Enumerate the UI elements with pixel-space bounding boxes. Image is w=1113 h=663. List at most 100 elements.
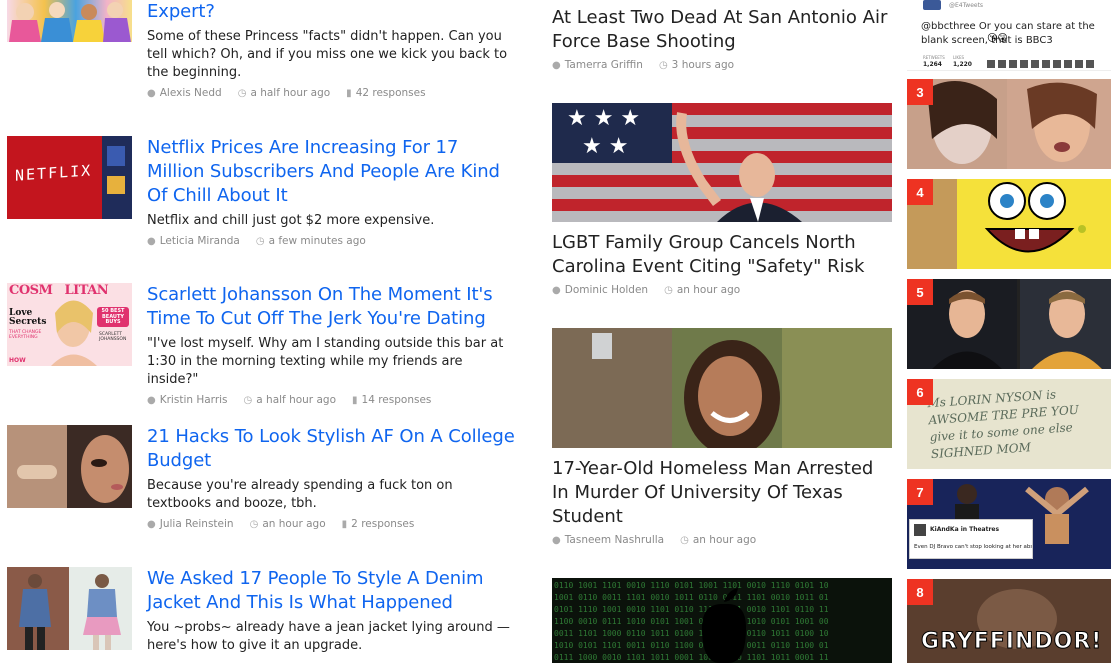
- cosmo-masthead: COSM LITAN: [9, 283, 109, 298]
- user-icon: ●: [147, 394, 156, 406]
- trending-item-5[interactable]: 5: [907, 279, 1111, 369]
- cosmopolitan-cover-thumbnail[interactable]: COSM LITAN Love Secrets THAT CHANGE EVER…: [7, 283, 132, 366]
- svg-text:0110 1001 1101 0010 1110 0101: 0110 1001 1101 0010 1110 0101 1001 1101 …: [554, 581, 829, 590]
- author-name[interactable]: Leticia Miranda: [160, 235, 240, 247]
- apple-code-photo[interactable]: 0110 1001 1101 0010 1110 0101 1001 1101 …: [552, 578, 892, 663]
- feed-item-college-budget[interactable]: 21 Hacks To Look Stylish AF On A College…: [7, 425, 522, 545]
- author-name[interactable]: Dominic Holden: [565, 284, 648, 296]
- article-headline-link[interactable]: At Least Two Dead At San Antonio Air For…: [552, 6, 892, 54]
- response-count[interactable]: 42 responses: [356, 87, 426, 99]
- middle-story-air-force[interactable]: At Least Two Dead At San Antonio Air For…: [552, 6, 892, 71]
- article-headline-link[interactable]: Expert?: [147, 0, 517, 24]
- article-dek: Because you're already spending a fuck t…: [147, 478, 453, 511]
- feed-item-denim-jacket[interactable]: We Asked 17 People To Style A Denim Jack…: [7, 567, 522, 663]
- article-meta: ● Tamerra Griffin ◷ 3 hours ago: [552, 59, 892, 71]
- trending-item-7[interactable]: 7 KiAndKa in Theatres Even DJ Bravo can'…: [907, 479, 1111, 569]
- timestamp: a few minutes ago: [268, 235, 366, 247]
- trending-item-tweet[interactable]: @E4Tweets @bbcthree Or you can stare at …: [907, 0, 1111, 71]
- user-icon: ●: [147, 87, 156, 99]
- feed-item-scarlett[interactable]: COSM LITAN Love Secrets THAT CHANGE EVER…: [7, 283, 522, 406]
- article-headline-link[interactable]: We Asked 17 People To Style A Denim Jack…: [147, 567, 517, 615]
- rank-badge: 4: [907, 179, 933, 205]
- trending-item-8[interactable]: 8 GRYFFINDOR!: [907, 579, 1111, 663]
- cover-badge: 50 BEST BEAUTY BUYS: [101, 308, 125, 325]
- author-name[interactable]: Julia Reinstein: [160, 518, 234, 530]
- tweet-retweets-count: 1,264: [923, 61, 942, 68]
- governor-photo[interactable]: ★ ★ ★ ★ ★: [552, 103, 892, 222]
- svg-text:1100 0010 0111 1010 0101 1001: 1100 0010 0111 1010 0101 1001 0010 0111 …: [554, 617, 829, 626]
- article-meta: ● Tasneem Nashrulla ◷ an hour ago: [552, 534, 892, 546]
- article-headline-link[interactable]: 21 Hacks To Look Stylish AF On A College…: [147, 425, 517, 473]
- avatar: [923, 0, 941, 10]
- svg-text:★ ★: ★ ★: [582, 134, 628, 159]
- tweet-text: @bbcthree Or you can stare at the blank …: [921, 21, 1095, 46]
- rank-badge: 5: [907, 279, 933, 305]
- article-headline-link[interactable]: Netflix Prices Are Increasing For 17 Mil…: [147, 136, 517, 208]
- article-dek: Some of these Princess "facts" didn't ha…: [147, 29, 508, 80]
- tweet-emoji: 😘😲: [987, 33, 1008, 44]
- author-name[interactable]: Alexis Nedd: [160, 87, 222, 99]
- cover-love-sub: THAT CHANGE EVERYTHING: [9, 330, 42, 340]
- cover-name: SCARLETT JOHANSSON: [99, 332, 127, 342]
- tweet-avatars-row: [987, 60, 1097, 68]
- feed-item-netflix[interactable]: NETFLIX Netflix Prices Are Increasing Fo…: [7, 136, 522, 256]
- cover-bottom: HOW: [9, 357, 26, 364]
- svg-text:★ ★ ★: ★ ★ ★: [567, 106, 640, 131]
- student-picture: [552, 328, 892, 448]
- svg-text:0101 1110 1001 0010 1101 0110: 0101 1110 1001 0010 1101 0110 1110 1001 …: [554, 605, 829, 614]
- timestamp: a half hour ago: [250, 87, 331, 99]
- makeup-thumbnail[interactable]: [7, 425, 132, 508]
- spongebob-image: [907, 179, 1111, 269]
- article-meta: ● Alexis Nedd ◷ a half hour ago ▮ 42 res…: [147, 87, 517, 99]
- rank-badge: 7: [907, 479, 933, 505]
- author-name[interactable]: Tamerra Griffin: [565, 59, 643, 71]
- gryffindor-caption: GRYFFINDOR!: [920, 629, 1103, 655]
- response-count[interactable]: 2 responses: [351, 518, 414, 530]
- clock-icon: ◷: [237, 87, 247, 99]
- trending-item-6[interactable]: 6 Ms LORIN NYSON is AWSOME TRE PRE YOU g…: [907, 379, 1111, 469]
- denim-thumbnail[interactable]: [7, 567, 132, 650]
- article-headline-link[interactable]: 17-Year-Old Homeless Man Arrested In Mur…: [552, 457, 892, 529]
- author-name[interactable]: Tasneem Nashrulla: [565, 534, 664, 546]
- princess-illustration: [9, 2, 131, 42]
- comment-icon: ▮: [346, 87, 352, 99]
- svg-text:0011 1101 1000 0110 1011 0100: 0011 1101 1000 0110 1011 0100 1101 1000 …: [554, 629, 829, 638]
- article-meta: ● Julia Reinstein ◷ an hour ago ▮ 2 resp…: [147, 518, 517, 530]
- handwritten-note-text: Ms LORIN NYSON is AWSOME TRE PRE YOU giv…: [926, 387, 1080, 462]
- article-headline-link[interactable]: LGBT Family Group Cancels North Carolina…: [552, 231, 892, 279]
- article-dek: Netflix and chill just got $2 more expen…: [147, 213, 435, 228]
- response-count[interactable]: 14 responses: [362, 394, 432, 406]
- student-photo[interactable]: [552, 328, 892, 448]
- svg-text:0111 1000 0010 1101 1011 0001: 0111 1000 0010 1101 1011 0001 1000 0010 …: [554, 653, 829, 662]
- trending-item-3[interactable]: 3: [907, 79, 1111, 169]
- comment-icon: ▮: [341, 518, 348, 530]
- timestamp: an hour ago: [676, 284, 741, 296]
- feed-item-princess[interactable]: Expert? Some of these Princess "facts" d…: [7, 0, 522, 110]
- middle-story-homeless-arrest[interactable]: 17-Year-Old Homeless Man Arrested In Mur…: [552, 457, 892, 546]
- article-meta: ● Dominic Holden ◷ an hour ago: [552, 284, 892, 296]
- rank-badge: 6: [907, 379, 933, 405]
- user-icon: ●: [552, 59, 561, 71]
- timestamp: an hour ago: [692, 534, 757, 546]
- flag-photo: ★ ★ ★ ★ ★: [552, 103, 892, 222]
- article-headline-link[interactable]: Scarlett Johansson On The Moment It's Ti…: [147, 283, 517, 331]
- middle-story-lgbt[interactable]: LGBT Family Group Cancels North Carolina…: [552, 231, 892, 296]
- svg-text:1001 0110 0011 1101 0010 1011: 1001 0110 0011 1101 0010 1011 0110 0011 …: [554, 593, 829, 602]
- clock-icon: ◷: [255, 235, 265, 247]
- timestamp: a half hour ago: [256, 394, 336, 406]
- article-meta: ● Leticia Miranda ◷ a few minutes ago: [147, 235, 517, 247]
- clock-icon: ◷: [664, 284, 673, 296]
- author-name[interactable]: Kristin Harris: [160, 394, 228, 406]
- cover-love-secrets: Love Secrets: [9, 308, 47, 327]
- apple-hacker-image: 0110 1001 1101 0010 1110 0101 1001 1101 …: [552, 578, 892, 663]
- embedded-tweet-name: KiAndKa in Theatres: [930, 526, 1000, 533]
- article-dek: "I've lost myself. Why am I standing out…: [147, 336, 504, 387]
- rank-badge: 3: [907, 79, 933, 105]
- netflix-thumbnail[interactable]: NETFLIX: [7, 136, 132, 219]
- clock-icon: ◷: [249, 518, 259, 530]
- tweet-likes-count: 1,220: [953, 61, 972, 68]
- clock-icon: ◷: [658, 59, 668, 71]
- trending-item-4[interactable]: 4: [907, 179, 1111, 269]
- princess-thumbnail[interactable]: [7, 0, 132, 42]
- clock-icon: ◷: [243, 394, 253, 406]
